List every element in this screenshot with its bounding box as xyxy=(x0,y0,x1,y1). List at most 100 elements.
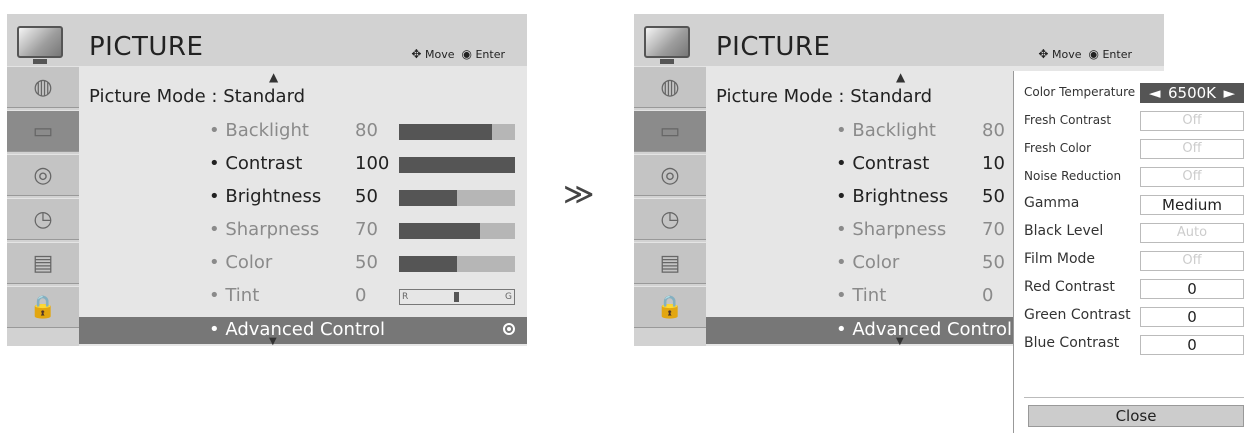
color-temperature-selector[interactable]: ◄ 6500K ► xyxy=(1140,83,1244,103)
advanced-option-label: Gamma xyxy=(1024,195,1080,211)
picture-mode[interactable]: Picture Mode : Standard xyxy=(716,86,932,107)
setting-slider[interactable] xyxy=(399,190,515,206)
advanced-control-item[interactable]: • Advanced Control xyxy=(79,317,527,344)
setting-row[interactable]: • Contrast 100 xyxy=(79,151,527,179)
advanced-option-label: Green Contrast xyxy=(1024,307,1131,323)
sidebar-item-time[interactable]: ◷ xyxy=(7,198,79,240)
advanced-option-value[interactable]: Medium xyxy=(1140,195,1244,215)
scroll-up-icon[interactable]: ▲ xyxy=(896,70,905,84)
move-icon: ✥ xyxy=(411,47,422,61)
option-icon: ▤ xyxy=(659,250,681,276)
slider-fill xyxy=(399,223,481,239)
sidebar-item-audio[interactable]: ◎ xyxy=(7,154,79,196)
advanced-option-row[interactable]: Fresh Contrast Off xyxy=(1014,109,1245,133)
arrow-right-icon[interactable]: ► xyxy=(1223,84,1235,102)
advanced-option-label: Fresh Color xyxy=(1024,141,1092,155)
advanced-option-value[interactable]: Off xyxy=(1140,251,1244,271)
advanced-control-label: • Advanced Control xyxy=(836,319,1013,340)
tint-green-label: G xyxy=(505,292,512,302)
advanced-option-value[interactable]: 0 xyxy=(1140,279,1244,299)
setting-slider[interactable] xyxy=(399,223,515,239)
globe-icon: ◍ xyxy=(33,74,53,100)
setting-slider[interactable] xyxy=(399,124,515,140)
close-button[interactable]: Close xyxy=(1028,405,1244,427)
advanced-option-value[interactable]: Auto xyxy=(1140,223,1244,243)
advanced-option-row[interactable]: Blue Contrast 0 xyxy=(1014,333,1245,357)
sidebar-item-picture[interactable]: ▭ xyxy=(7,110,79,152)
nav-hint: ✥ Move ◉ Enter xyxy=(1038,47,1132,61)
setting-value: 10 xyxy=(982,153,1005,174)
category-sidebar: ◍ ▭ ◎ ◷ ▤ 🔒 xyxy=(7,66,79,330)
picture-mode-value: : Standard xyxy=(211,86,306,107)
advanced-option-label: Fresh Contrast xyxy=(1024,113,1112,127)
setting-label: • Tint xyxy=(836,285,887,306)
advanced-option-value[interactable]: 0 xyxy=(1140,335,1244,355)
scroll-up-icon[interactable]: ▲ xyxy=(269,70,278,84)
setting-row[interactable]: • Color 50 xyxy=(79,250,527,278)
sidebar-item-setup[interactable]: ◍ xyxy=(634,66,706,108)
sidebar-item-lock[interactable]: 🔒 xyxy=(634,286,706,328)
advanced-option-label: Blue Contrast xyxy=(1024,335,1120,351)
setting-value: 100 xyxy=(355,153,390,174)
setting-slider[interactable] xyxy=(399,256,515,272)
move-icon: ✥ xyxy=(1038,47,1049,61)
slider-fill xyxy=(399,124,492,140)
hint-enter-label: Enter xyxy=(475,48,505,61)
setting-value: 50 xyxy=(355,252,378,273)
setting-slider[interactable] xyxy=(399,157,515,173)
sidebar-item-time[interactable]: ◷ xyxy=(634,198,706,240)
sidebar-item-option[interactable]: ▤ xyxy=(634,242,706,284)
setting-value: 50 xyxy=(982,186,1005,207)
slider-fill xyxy=(399,190,457,206)
advanced-option-row[interactable]: Fresh Color Off xyxy=(1014,137,1245,161)
setting-value: 0 xyxy=(355,285,367,306)
hint-move-label: Move xyxy=(424,48,455,61)
picture-mode-label: Picture Mode xyxy=(89,86,206,107)
setting-label: • Brightness xyxy=(209,186,322,207)
scroll-down-icon[interactable]: ▼ xyxy=(896,336,904,347)
setting-label: • Backlight xyxy=(209,120,309,141)
setting-value: 70 xyxy=(355,219,378,240)
advanced-option-row[interactable]: Film Mode Off xyxy=(1014,249,1245,273)
setting-label: • Color xyxy=(209,252,273,273)
setting-row[interactable]: • Brightness 50 xyxy=(79,184,527,212)
advanced-option-value[interactable]: Off xyxy=(1140,111,1244,131)
picture-menu-left: PICTURE ✥ Move ◉ Enter ◍ ▭ ◎ ◷ ▤ 🔒 ▲ Pic… xyxy=(7,14,527,347)
divider xyxy=(1024,397,1244,398)
clock-icon: ◷ xyxy=(33,206,53,232)
advanced-option-row[interactable]: Color Temperature ◄ 6500K ► xyxy=(1014,81,1245,105)
advanced-option-row[interactable]: Gamma Medium xyxy=(1014,193,1245,217)
color-temperature-value: 6500K xyxy=(1167,84,1216,102)
picture-icon: ▭ xyxy=(32,118,54,144)
sidebar-item-audio[interactable]: ◎ xyxy=(634,154,706,196)
advanced-option-row[interactable]: Black Level Auto xyxy=(1014,221,1245,245)
setting-label: • Sharpness xyxy=(209,219,320,240)
setting-row[interactable]: • Tint 0 R G xyxy=(79,283,527,311)
picture-mode-label: Picture Mode xyxy=(716,86,833,107)
tint-slider[interactable]: RG xyxy=(399,289,515,305)
advanced-control-label: • Advanced Control xyxy=(209,319,386,340)
enter-icon xyxy=(503,323,515,335)
advanced-option-value[interactable]: Off xyxy=(1140,139,1244,159)
scroll-down-icon[interactable]: ▼ xyxy=(269,336,277,347)
sidebar-item-option[interactable]: ▤ xyxy=(7,242,79,284)
advanced-option-row[interactable]: Green Contrast 0 xyxy=(1014,305,1245,329)
clock-icon: ◷ xyxy=(660,206,680,232)
advanced-option-row[interactable]: Red Contrast 0 xyxy=(1014,277,1245,301)
picture-mode[interactable]: Picture Mode : Standard xyxy=(89,86,305,107)
advanced-option-label: Film Mode xyxy=(1024,251,1096,267)
tint-marker xyxy=(454,292,460,302)
advanced-option-value[interactable]: Off xyxy=(1140,167,1244,187)
setting-value: 80 xyxy=(982,120,1005,141)
advanced-option-value[interactable]: 0 xyxy=(1140,307,1244,327)
sidebar-item-setup[interactable]: ◍ xyxy=(7,66,79,108)
next-step-arrow-icon: ≫ xyxy=(563,177,595,212)
arrow-left-icon[interactable]: ◄ xyxy=(1149,84,1161,102)
sidebar-item-lock[interactable]: 🔒 xyxy=(7,286,79,328)
lock-icon: 🔒 xyxy=(656,294,684,320)
globe-icon: ◍ xyxy=(660,74,680,100)
advanced-option-row[interactable]: Noise Reduction Off xyxy=(1014,165,1245,189)
setting-row[interactable]: • Backlight 80 xyxy=(79,118,527,146)
sidebar-item-picture[interactable]: ▭ xyxy=(634,110,706,152)
setting-row[interactable]: • Sharpness 70 xyxy=(79,217,527,245)
